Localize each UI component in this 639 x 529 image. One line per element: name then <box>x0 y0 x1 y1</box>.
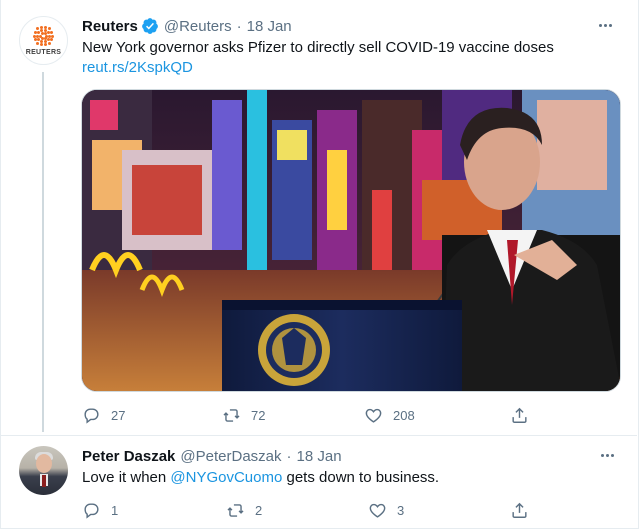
like-count: 3 <box>397 502 405 518</box>
tweet-actions: 1 2 3 <box>82 498 542 522</box>
reply-count: 1 <box>111 502 119 518</box>
retweet-count: 2 <box>255 502 263 518</box>
tweet-text: Love it when @NYGovCuomo gets down to bu… <box>82 468 439 488</box>
tweet-reuters[interactable]: REUTERS Reuters @Reuters · 18 Jan New Yo… <box>0 0 637 435</box>
author-name[interactable]: Reuters <box>82 18 138 35</box>
reuters-logo-icon <box>33 25 55 47</box>
retweet-button[interactable]: 2 <box>226 498 262 522</box>
author-name[interactable]: Peter Daszak <box>82 448 175 465</box>
author-handle[interactable]: @Reuters <box>164 18 232 35</box>
tweet-text: New York governor asks Pfizer to directl… <box>82 39 554 56</box>
tweet-link[interactable]: reut.rs/2KspkQD <box>82 58 193 78</box>
avatar-peter-daszak[interactable] <box>19 446 68 495</box>
retweet-icon <box>223 408 240 422</box>
like-button[interactable]: 208 <box>364 403 415 427</box>
tweet-header: Reuters @Reuters · 18 Jan <box>82 16 292 36</box>
reply-button[interactable]: 1 <box>82 498 118 522</box>
share-icon <box>512 502 527 518</box>
share-button[interactable] <box>510 498 529 522</box>
tweet-actions: 27 72 208 <box>82 403 542 427</box>
share-button[interactable] <box>510 403 529 427</box>
reuters-logo-wordmark: REUTERS <box>25 49 62 56</box>
author-handle[interactable]: @PeterDaszak <box>180 448 281 465</box>
like-icon <box>369 503 386 518</box>
like-icon <box>365 408 382 423</box>
mention-link[interactable]: @NYGovCuomo <box>170 469 282 486</box>
retweet-count: 72 <box>251 407 266 423</box>
separator-dot: · <box>286 447 292 465</box>
tweet-text-after: gets down to business. <box>282 469 440 486</box>
avatar-face <box>36 454 52 473</box>
retweet-button[interactable]: 72 <box>222 403 265 427</box>
like-count: 208 <box>393 407 415 423</box>
reply-button[interactable]: 27 <box>82 403 125 427</box>
retweet-icon <box>227 503 244 517</box>
avatar-reuters[interactable]: REUTERS <box>19 16 68 65</box>
tweet-text-before: Love it when <box>82 469 171 486</box>
more-icon[interactable] <box>595 15 615 35</box>
tweet-date[interactable]: 18 Jan <box>297 448 342 465</box>
verified-badge-icon <box>141 18 158 34</box>
reply-icon <box>84 407 99 424</box>
tweet-header: Peter Daszak @PeterDaszak · 18 Jan <box>82 446 342 466</box>
separator-dot: · <box>236 17 242 35</box>
thread-connector-line <box>42 72 44 432</box>
tweet-media-image[interactable] <box>81 89 621 392</box>
times-square-photo <box>82 90 620 391</box>
like-button[interactable]: 3 <box>368 498 404 522</box>
reply-icon <box>84 502 99 519</box>
tweet-date[interactable]: 18 Jan <box>247 18 292 35</box>
share-icon <box>512 407 527 423</box>
reply-count: 27 <box>111 407 126 423</box>
more-icon[interactable] <box>597 445 617 465</box>
avatar-tie <box>42 475 46 487</box>
